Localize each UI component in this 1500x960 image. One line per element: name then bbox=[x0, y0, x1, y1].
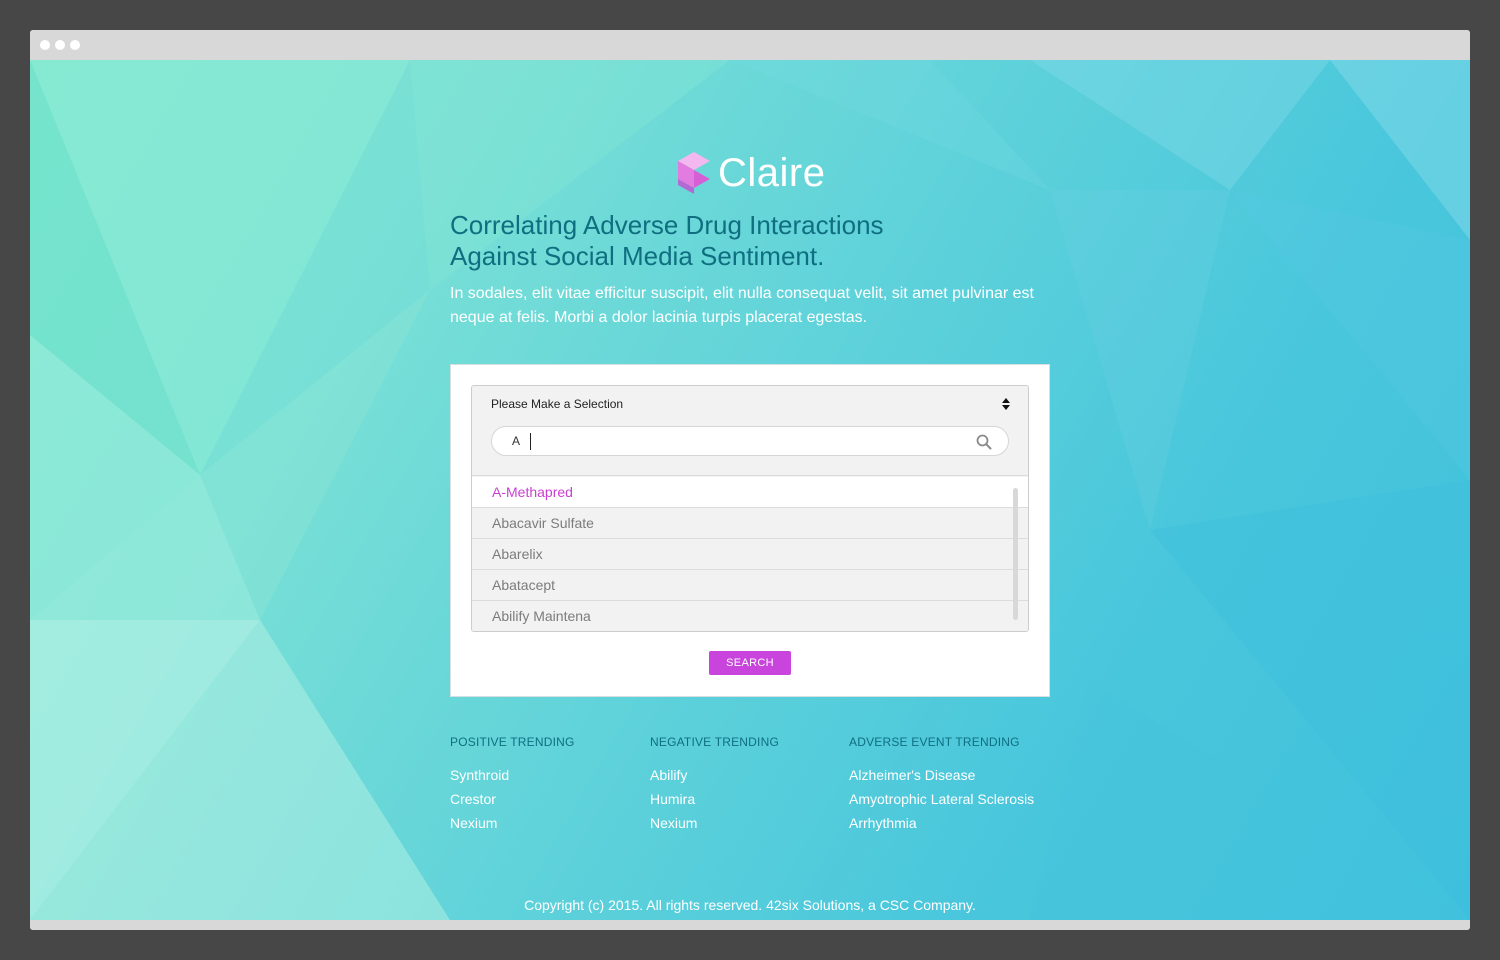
options-scrollbar[interactable] bbox=[1013, 488, 1018, 620]
select-arrows-icon[interactable] bbox=[1001, 397, 1011, 411]
headline-line-2: Against Social Media Sentiment. bbox=[450, 241, 825, 271]
drug-option[interactable]: A-Methapred bbox=[472, 477, 1028, 508]
footer-copyright: Copyright (c) 2015. All rights reserved.… bbox=[524, 897, 976, 913]
trending-link[interactable]: Abilify bbox=[650, 763, 779, 787]
trending-link[interactable]: Arrhythmia bbox=[849, 811, 1034, 835]
drug-option[interactable]: Abacavir Sulfate bbox=[472, 508, 1028, 539]
claire-logo-icon bbox=[678, 152, 710, 194]
window-minimize-dot[interactable] bbox=[55, 40, 65, 50]
drug-option[interactable]: Abilify Maintena bbox=[472, 601, 1028, 631]
window-titlebar bbox=[30, 30, 1470, 60]
trending-title: POSITIVE TRENDING bbox=[450, 735, 575, 749]
drug-search-input[interactable] bbox=[512, 434, 952, 448]
trending-link[interactable]: Alzheimer's Disease bbox=[849, 763, 1034, 787]
brand-name: Claire bbox=[718, 150, 826, 195]
trending-link[interactable]: Nexium bbox=[450, 811, 575, 835]
page-headline: Correlating Adverse Drug Interactions Ag… bbox=[450, 210, 1050, 272]
search-card: Please Make a Selection A A-Methapred Ab… bbox=[450, 364, 1050, 697]
page-viewport: Claire Correlating Adverse Drug Interact… bbox=[30, 60, 1470, 920]
browser-window: Claire Correlating Adverse Drug Interact… bbox=[30, 30, 1470, 930]
drug-option[interactable]: Abarelix bbox=[472, 539, 1028, 570]
search-icon[interactable] bbox=[976, 434, 992, 450]
text-caret bbox=[530, 433, 531, 450]
trending-link[interactable]: Amyotrophic Lateral Sclerosis bbox=[849, 787, 1034, 811]
trending-link[interactable]: Nexium bbox=[650, 811, 779, 835]
window-bottom-bar bbox=[30, 920, 1470, 930]
trending-link[interactable]: Humira bbox=[650, 787, 779, 811]
headline-line-1: Correlating Adverse Drug Interactions bbox=[450, 210, 884, 240]
drug-option[interactable]: Abatacept bbox=[472, 570, 1028, 601]
trending-link[interactable]: Synthroid bbox=[450, 763, 575, 787]
trending-title: NEGATIVE TRENDING bbox=[650, 735, 779, 749]
intro-text: In sodales, elit vitae efficitur suscipi… bbox=[450, 285, 1034, 326]
trending-title: ADVERSE EVENT TRENDING bbox=[849, 735, 1020, 749]
trending-link[interactable]: Crestor bbox=[450, 787, 575, 811]
select-label[interactable]: Please Make a Selection bbox=[491, 397, 623, 411]
drug-options-list: A-Methapred Abacavir Sulfate Abarelix Ab… bbox=[472, 477, 1028, 631]
search-button[interactable]: SEARCH bbox=[709, 651, 791, 675]
drug-search-field[interactable] bbox=[491, 426, 1009, 456]
negative-trending-column: NEGATIVE TRENDING Abilify Humira Nexium bbox=[650, 735, 779, 835]
selector-header: Please Make a Selection bbox=[472, 386, 1028, 476]
positive-trending-column: POSITIVE TRENDING Synthroid Crestor Nexi… bbox=[450, 735, 575, 835]
brand: Claire bbox=[676, 150, 825, 196]
window-close-dot[interactable] bbox=[40, 40, 50, 50]
drug-selector-dropdown[interactable]: Please Make a Selection A A-Methapred Ab… bbox=[471, 385, 1029, 632]
window-maximize-dot[interactable] bbox=[70, 40, 80, 50]
adverse-event-trending-column: ADVERSE EVENT TRENDING Alzheimer's Disea… bbox=[849, 735, 1034, 835]
